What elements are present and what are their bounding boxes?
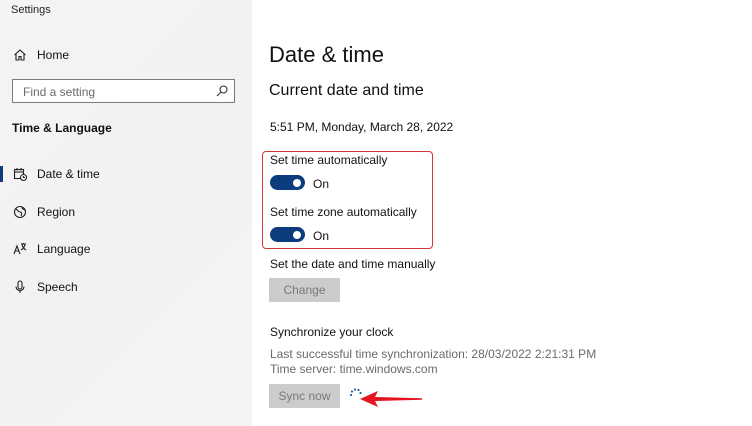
sidebar-item-label: Language: [37, 242, 91, 256]
toggle-knob: [293, 178, 301, 187]
section-title: Current date and time: [269, 82, 424, 99]
last-sync-text: Last successful time synchronization: 28…: [270, 347, 597, 361]
sidebar-item-label: Speech: [37, 280, 78, 294]
set-time-automatically-state: On: [313, 177, 330, 191]
set-timezone-automatically-state: On: [313, 229, 330, 243]
page-title: Date & time: [269, 42, 384, 67]
set-time-automatically-label: Set time automatically: [270, 153, 388, 167]
change-button[interactable]: Change: [269, 278, 340, 302]
manual-time-label: Set the date and time manually: [270, 257, 436, 271]
language-icon: [12, 241, 28, 257]
toggle-knob: [293, 230, 301, 239]
sidebar-item-label: Region: [37, 205, 76, 219]
set-timezone-automatically-label: Set time zone automatically: [270, 205, 417, 219]
set-time-automatically-toggle[interactable]: [270, 175, 305, 190]
current-datetime: 5:51 PM, Monday, March 28, 2022: [270, 120, 454, 134]
sidebar: Settings Home Time & Language Date & tim…: [0, 0, 252, 426]
calendar-clock-icon: [12, 166, 28, 182]
sidebar-item-language[interactable]: Language: [0, 234, 252, 264]
sidebar-item-label: Home: [37, 48, 70, 62]
time-server-text: Time server: time.windows.com: [270, 362, 438, 376]
sidebar-item-speech[interactable]: Speech: [0, 272, 252, 302]
sync-now-button[interactable]: Sync now: [269, 384, 340, 408]
sync-clock-heading: Synchronize your clock: [270, 325, 394, 339]
section-header: Time & Language: [12, 121, 112, 135]
search-icon[interactable]: [215, 84, 229, 98]
main-content: Date & time Current date and time 5:51 P…: [252, 0, 752, 426]
home-icon: [12, 47, 28, 63]
sidebar-item-home[interactable]: Home: [0, 40, 252, 70]
set-timezone-automatically-toggle[interactable]: [270, 227, 305, 242]
sidebar-item-label: Date & time: [37, 167, 100, 181]
microphone-icon: [12, 279, 28, 295]
search-input[interactable]: [21, 81, 215, 103]
app-title: Settings: [11, 4, 51, 16]
sidebar-item-region[interactable]: Region: [0, 197, 252, 227]
globe-icon: [12, 204, 28, 220]
search-box[interactable]: [12, 79, 235, 103]
sidebar-item-date-time[interactable]: Date & time: [0, 159, 252, 189]
annotation-arrow-icon: [356, 388, 426, 410]
